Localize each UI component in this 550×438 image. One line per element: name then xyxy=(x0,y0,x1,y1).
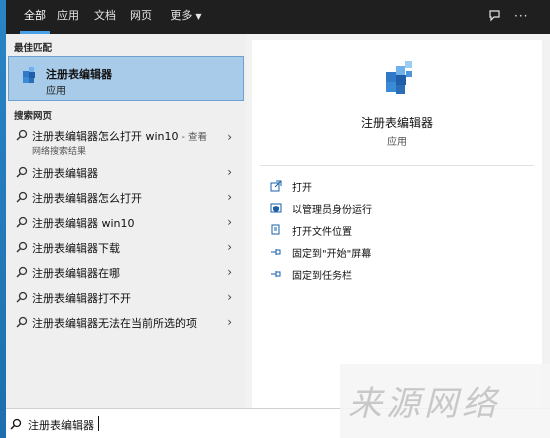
action-label: 固定到任务栏 xyxy=(292,271,352,282)
chevron-right-icon[interactable]: › xyxy=(227,215,232,229)
best-match-subtitle: 应用 xyxy=(46,86,66,97)
search-icon xyxy=(16,241,28,253)
preview-pane: 注册表编辑器 应用 打开 以管理员身份运行 打开文件位置 固定到"开始"屏幕 固… xyxy=(252,40,542,408)
tab-more[interactable]: 更多 ▼ xyxy=(166,0,206,34)
web-result-text: 注册表编辑器在哪 xyxy=(32,267,120,280)
chevron-right-icon[interactable]: › xyxy=(227,290,232,304)
best-match-heading: 最佳匹配 xyxy=(14,43,53,54)
chevron-right-icon[interactable]: › xyxy=(227,130,232,144)
feedback-icon[interactable] xyxy=(488,9,501,25)
chevron-down-icon: ▼ xyxy=(195,12,202,21)
web-result-label: 注册表编辑器怎么打开 win10 - 查看 xyxy=(32,128,207,144)
tab-web[interactable]: 网页 xyxy=(129,0,153,34)
web-result-item[interactable]: 注册表编辑器 win10 › xyxy=(8,210,244,235)
preview-title: 注册表编辑器 xyxy=(360,116,433,130)
web-result-item[interactable]: 注册表编辑器怎么打开 win10 - 查看 网络搜索结果 › xyxy=(8,123,244,157)
search-icon xyxy=(16,216,28,228)
more-options-icon[interactable]: ··· xyxy=(514,9,528,23)
search-tab-bar: 全部 应用 文档 网页 更多 ▼ ··· xyxy=(6,0,550,34)
web-result-text: 注册表编辑器下载 xyxy=(32,242,120,255)
web-result-item[interactable]: 注册表编辑器下载 › xyxy=(8,235,244,260)
preview-subtitle: 应用 xyxy=(387,137,407,148)
web-result-text: 注册表编辑器无法在当前所选的项 xyxy=(32,317,197,330)
divider xyxy=(260,165,534,166)
tab-more-label: 更多 xyxy=(170,9,193,22)
watermark: 来源网络 xyxy=(340,364,550,438)
chevron-right-icon[interactable]: › xyxy=(227,190,232,204)
pin-icon xyxy=(271,249,281,255)
text-caret xyxy=(98,416,99,431)
chevron-right-icon[interactable]: › xyxy=(227,315,232,329)
tab-apps[interactable]: 应用 xyxy=(57,0,79,34)
web-result-item[interactable]: 注册表编辑器怎么打开 › xyxy=(8,185,244,210)
search-input[interactable]: 注册表编辑器 xyxy=(28,417,94,433)
best-match-title: 注册表编辑器 xyxy=(46,68,112,81)
action-label: 打开 xyxy=(292,183,312,194)
chevron-right-icon[interactable]: › xyxy=(227,240,232,254)
search-icon xyxy=(16,129,28,141)
search-icon xyxy=(16,191,28,203)
shield-icon xyxy=(270,203,282,213)
registry-editor-icon xyxy=(23,65,38,83)
chevron-right-icon[interactable]: › xyxy=(227,265,232,279)
start-search-panel: 全部 应用 文档 网页 更多▼ ··· 最佳匹配 注册表编辑器 应用 搜索网页 xyxy=(6,0,550,438)
web-result-suffix: - 查看 xyxy=(178,132,207,143)
web-result-text: 注册表编辑器怎么打开 win10 xyxy=(32,130,179,143)
search-icon xyxy=(16,316,28,328)
results-list: 最佳匹配 注册表编辑器 应用 搜索网页 注册表编辑器怎么打开 win10 - 查… xyxy=(6,34,246,408)
web-result-item[interactable]: 注册表编辑器打不开 › xyxy=(8,285,244,310)
web-result-item[interactable]: 注册表编辑器在哪 › xyxy=(8,260,244,285)
web-result-text: 注册表编辑器 win10 xyxy=(32,217,135,230)
best-match-item[interactable]: 注册表编辑器 应用 xyxy=(8,56,244,101)
web-result-item[interactable]: 注册表编辑器 › xyxy=(8,160,244,185)
tab-all[interactable]: 全部 xyxy=(20,0,50,34)
web-result-text: 注册表编辑器打不开 xyxy=(32,292,131,305)
action-label: 以管理员身份运行 xyxy=(292,205,372,216)
search-icon xyxy=(16,291,28,303)
open-icon xyxy=(270,180,282,192)
search-icon xyxy=(16,166,28,178)
web-result-item[interactable]: 注册表编辑器无法在当前所选的项 › xyxy=(8,310,244,335)
pin-icon xyxy=(271,271,281,277)
web-result-sublabel: 网络搜索结果 xyxy=(32,147,87,157)
folder-icon xyxy=(271,224,280,235)
registry-editor-icon xyxy=(386,61,412,94)
web-search-heading: 搜索网页 xyxy=(14,111,53,122)
action-label: 固定到"开始"屏幕 xyxy=(292,249,372,260)
watermark-text: 来源网络 xyxy=(348,384,500,424)
chevron-right-icon[interactable]: › xyxy=(227,165,232,179)
action-label: 打开文件位置 xyxy=(292,227,352,238)
tab-documents[interactable]: 文档 xyxy=(94,0,116,34)
search-icon xyxy=(10,418,22,430)
web-result-text: 注册表编辑器 xyxy=(32,167,98,180)
web-result-text: 注册表编辑器怎么打开 xyxy=(32,192,142,205)
search-icon xyxy=(16,266,28,278)
